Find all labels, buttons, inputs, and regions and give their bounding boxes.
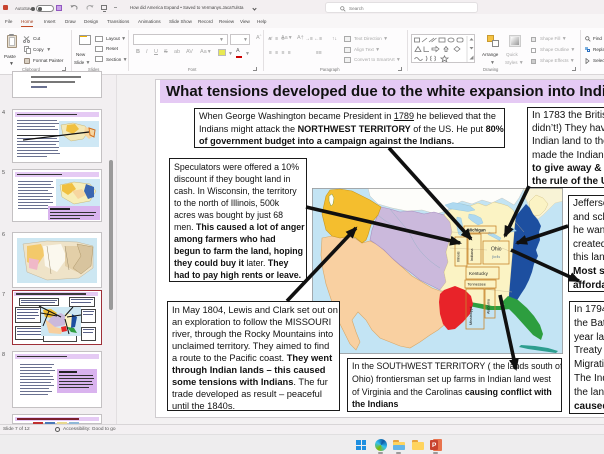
svg-text:Tennessee: Tennessee	[468, 283, 486, 287]
svg-text:Kentucky: Kentucky	[469, 271, 489, 276]
svg-text:Alabama: Alabama	[487, 298, 491, 314]
svg-text:Mississippi: Mississippi	[469, 306, 473, 325]
svg-text:Michigan: Michigan	[468, 228, 487, 233]
svg-text:Indiana: Indiana	[470, 248, 474, 261]
svg-text:Ohio: Ohio	[491, 247, 502, 253]
svg-text:forks: forks	[492, 254, 500, 259]
svg-text:Illinois: Illinois	[457, 251, 461, 262]
